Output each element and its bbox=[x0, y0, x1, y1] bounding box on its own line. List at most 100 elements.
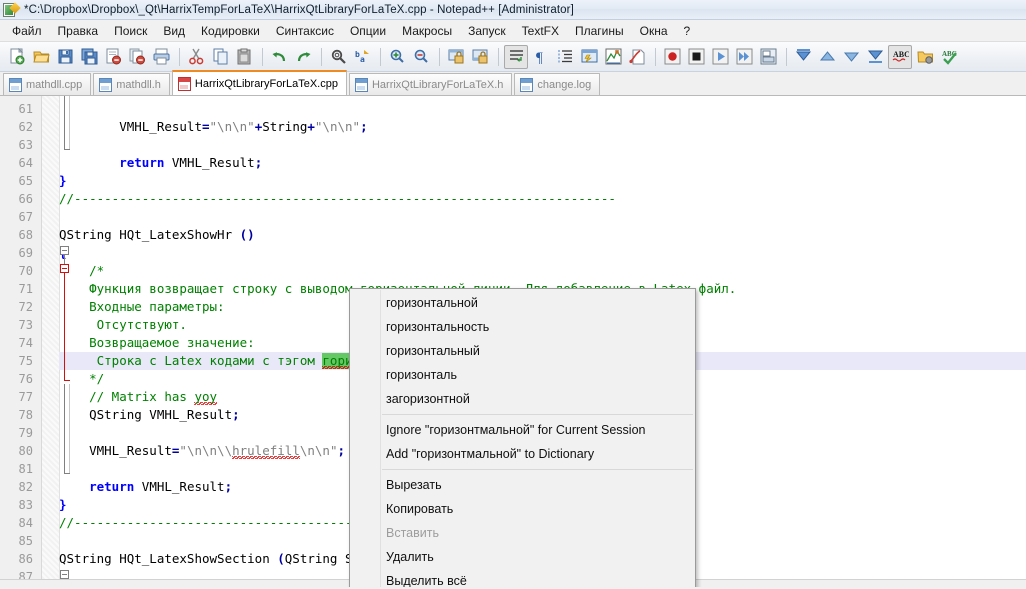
line-number: 65 bbox=[18, 174, 33, 188]
toolbar-button-cut[interactable] bbox=[185, 46, 207, 68]
spell-check-context-menu[interactable]: горизонтальной горизонтальность горизонтал… bbox=[349, 288, 696, 587]
menu-item-0[interactable]: Файл bbox=[4, 21, 50, 41]
context-menu-item-7[interactable]: Add "горизонтмальной" to Dictionary bbox=[350, 442, 695, 466]
fold-margin[interactable] bbox=[42, 96, 60, 587]
line-number: 84 bbox=[18, 516, 33, 530]
start-record-macro-icon bbox=[664, 48, 681, 65]
toolbar-button-next-bookmark[interactable] bbox=[840, 46, 862, 68]
menu-item-1[interactable]: Правка bbox=[50, 21, 107, 41]
line-number: 70 bbox=[18, 264, 33, 278]
toolbar-button-zoom-out[interactable] bbox=[410, 46, 432, 68]
context-menu-item-4[interactable]: загоризонтной bbox=[350, 387, 695, 411]
toolbar-button-spell-check[interactable]: ABC bbox=[888, 44, 912, 69]
toolbar-button-print[interactable] bbox=[150, 46, 172, 68]
code-line[interactable]: VMHL_Result="\n\n"+String+"\n\n"; bbox=[59, 118, 367, 136]
code-line[interactable]: return VMHL_Result; bbox=[59, 154, 262, 172]
toolbar-button-paste[interactable] bbox=[233, 46, 255, 68]
code-line[interactable]: QString HQt_LatexShowHr () bbox=[59, 226, 255, 244]
menu-item-7[interactable]: Макросы bbox=[394, 21, 460, 41]
fold-end-marker-83 bbox=[64, 473, 70, 474]
toolbar-button-spell-check-run[interactable]: ABC bbox=[938, 46, 960, 68]
menu-item-2[interactable]: Поиск bbox=[106, 21, 155, 41]
code-line[interactable]: Отсутствуют. bbox=[59, 316, 187, 334]
document-modified-icon bbox=[177, 76, 191, 91]
fold-collapse-box-line-69[interactable] bbox=[60, 246, 69, 255]
context-menu-item-10[interactable]: Копировать bbox=[350, 497, 695, 521]
context-menu-item-1[interactable]: горизонтальность bbox=[350, 315, 695, 339]
last-bookmark-icon bbox=[867, 48, 884, 65]
code-line[interactable]: return VMHL_Result; bbox=[59, 478, 232, 496]
toolbar-button-zoom-in[interactable] bbox=[386, 46, 408, 68]
menu-item-8[interactable]: Запуск bbox=[460, 21, 514, 41]
toolbar-button-indent-guideline[interactable] bbox=[554, 46, 576, 68]
toolbar-button-sync-vertical-scrolling[interactable] bbox=[445, 46, 467, 68]
line-number: 72 bbox=[18, 300, 33, 314]
code-line[interactable]: */ bbox=[59, 370, 104, 388]
context-menu-item-13[interactable]: Выделить всё bbox=[350, 569, 695, 587]
context-menu-item-12[interactable]: Удалить bbox=[350, 545, 695, 569]
code-line[interactable]: VMHL_Result="\n\n\\hrulefill\n\n"; bbox=[59, 442, 345, 460]
toolbar-button-replace[interactable]: ba bbox=[351, 46, 373, 68]
fold-collapse-box-line-87[interactable] bbox=[60, 570, 69, 579]
context-menu-item-2[interactable]: горизонтальный bbox=[350, 339, 695, 363]
fold-collapse-box-line-70[interactable] bbox=[60, 264, 69, 273]
toolbar-button-new-file[interactable] bbox=[6, 46, 28, 68]
toolbar-button-show-doc-map[interactable] bbox=[602, 46, 624, 68]
toolbar-button-close-all-files[interactable] bbox=[126, 46, 148, 68]
menu-item-6[interactable]: Опции bbox=[342, 21, 394, 41]
context-menu-item-3[interactable]: горизонталь bbox=[350, 363, 695, 387]
menu-item-5[interactable]: Синтаксис bbox=[268, 21, 342, 41]
code-line[interactable]: Возвращаемое значение: bbox=[59, 334, 255, 352]
menu-item-9[interactable]: TextFX bbox=[514, 21, 567, 41]
tab-0[interactable]: mathdll.cpp bbox=[3, 73, 92, 95]
toolbar-button-copy[interactable] bbox=[209, 46, 231, 68]
toolbar-button-save-all[interactable] bbox=[78, 46, 100, 68]
toolbar-button-show-function-list[interactable] bbox=[626, 46, 648, 68]
code-line[interactable]: Строка с Latex кодами с тэгом горизонт bbox=[59, 352, 383, 370]
toolbar-button-close-file[interactable] bbox=[102, 46, 124, 68]
toolbar-button-start-record-macro[interactable] bbox=[661, 46, 683, 68]
toolbar-button-spell-check-settings[interactable] bbox=[914, 46, 936, 68]
code-line[interactable]: // Matrix has yoy bbox=[59, 388, 218, 406]
toolbar-button-open-file[interactable] bbox=[30, 46, 52, 68]
toolbar-button-first-bookmark[interactable] bbox=[792, 46, 814, 68]
toolbar-button-sync-horizontal-scrolling[interactable] bbox=[469, 46, 491, 68]
line-number: 71 bbox=[18, 282, 33, 296]
code-editor[interactable]: 61 62 63 64 65 66 67 68 69 70 71 72 73 74 75 76 77 78 79 80… bbox=[0, 96, 1026, 587]
menu-item-10[interactable]: Плагины bbox=[567, 21, 632, 41]
menu-item-12[interactable]: ? bbox=[676, 21, 699, 41]
context-menu-item-0[interactable]: горизонтальной bbox=[350, 291, 695, 315]
toolbar-button-play-macro[interactable] bbox=[709, 46, 731, 68]
menu-item-11[interactable]: Окна bbox=[632, 21, 676, 41]
toolbar-button-stop-record-macro[interactable] bbox=[685, 46, 707, 68]
toolbar-button-save[interactable] bbox=[54, 46, 76, 68]
toolbar-button-previous-bookmark[interactable] bbox=[816, 46, 838, 68]
tab-label: HarrixQtLibraryForLaTeX.cpp bbox=[194, 77, 338, 90]
context-menu-item-6[interactable]: Ignore "горизонтмальной" for Current Ses… bbox=[350, 418, 695, 442]
line-number: 67 bbox=[18, 210, 33, 224]
code-line[interactable]: QString HQt_LatexShowSection (QString St… bbox=[59, 550, 383, 568]
tab-3[interactable]: HarrixQtLibraryForLaTeX.h bbox=[348, 73, 513, 95]
toolbar-button-redo[interactable] bbox=[292, 46, 314, 68]
toolbar-button-save-macro[interactable] bbox=[757, 46, 779, 68]
toolbar-button-user-defined-dialog[interactable] bbox=[578, 46, 600, 68]
toolbar-button-word-wrap[interactable] bbox=[504, 44, 528, 69]
toolbar-button-find[interactable] bbox=[327, 46, 349, 68]
tab-2[interactable]: HarrixQtLibraryForLaTeX.cpp bbox=[171, 70, 347, 95]
toolbar-button-run-macro-multiple-times[interactable] bbox=[733, 46, 755, 68]
tab-4[interactable]: change.log bbox=[514, 73, 601, 95]
run-macro-multiple-times-icon bbox=[736, 48, 753, 65]
context-menu-item-9[interactable]: Вырезать bbox=[350, 473, 695, 497]
code-line[interactable]: QString VMHL_Result; bbox=[59, 406, 240, 424]
code-line[interactable]: Входные параметры: bbox=[59, 298, 224, 316]
code-line[interactable]: } bbox=[59, 172, 67, 190]
tab-1[interactable]: mathdll.h bbox=[93, 73, 170, 95]
toolbar-button-last-bookmark[interactable] bbox=[864, 46, 886, 68]
menu-item-4[interactable]: Кодировки bbox=[193, 21, 268, 41]
close-file-icon bbox=[105, 48, 122, 65]
menu-item-3[interactable]: Вид bbox=[155, 21, 193, 41]
code-line[interactable]: } bbox=[59, 496, 67, 514]
toolbar-button-show-all-characters[interactable]: ¶ bbox=[530, 46, 552, 68]
code-line[interactable]: //--------------------------------------… bbox=[59, 190, 616, 208]
toolbar-button-undo[interactable] bbox=[268, 46, 290, 68]
